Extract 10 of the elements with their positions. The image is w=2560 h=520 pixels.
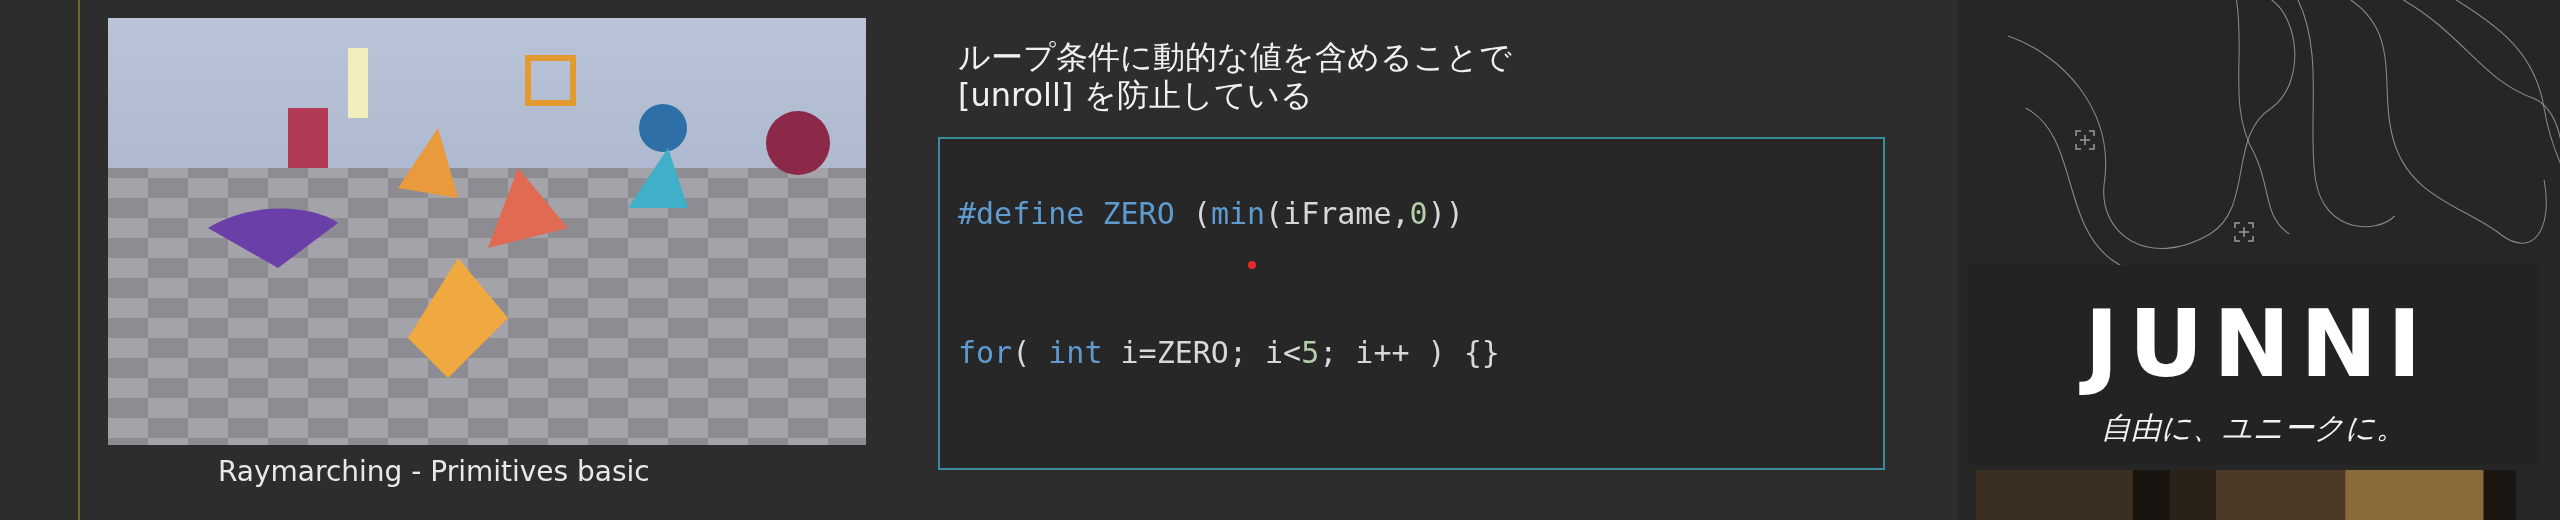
tagline: 自由に、ユニークに。 [2100, 409, 2406, 448]
code-line: for( int i=ZERO; i<5; i++ ) {} [958, 333, 1500, 372]
code-line: #define ZERO (min(iFrame,0)) [958, 194, 1464, 233]
heading-line: [unroll] を防止している [958, 76, 1314, 115]
crosshair-icon [2075, 130, 2095, 150]
crosshair-icon [2234, 222, 2254, 242]
caption: Raymarching - Primitives basic [218, 455, 651, 488]
heading-line: ループ条件に動的な値を含めることで [958, 38, 1513, 77]
laser-pointer-dot [1248, 260, 1256, 269]
logo-text: JUNNI [2074, 290, 2432, 401]
